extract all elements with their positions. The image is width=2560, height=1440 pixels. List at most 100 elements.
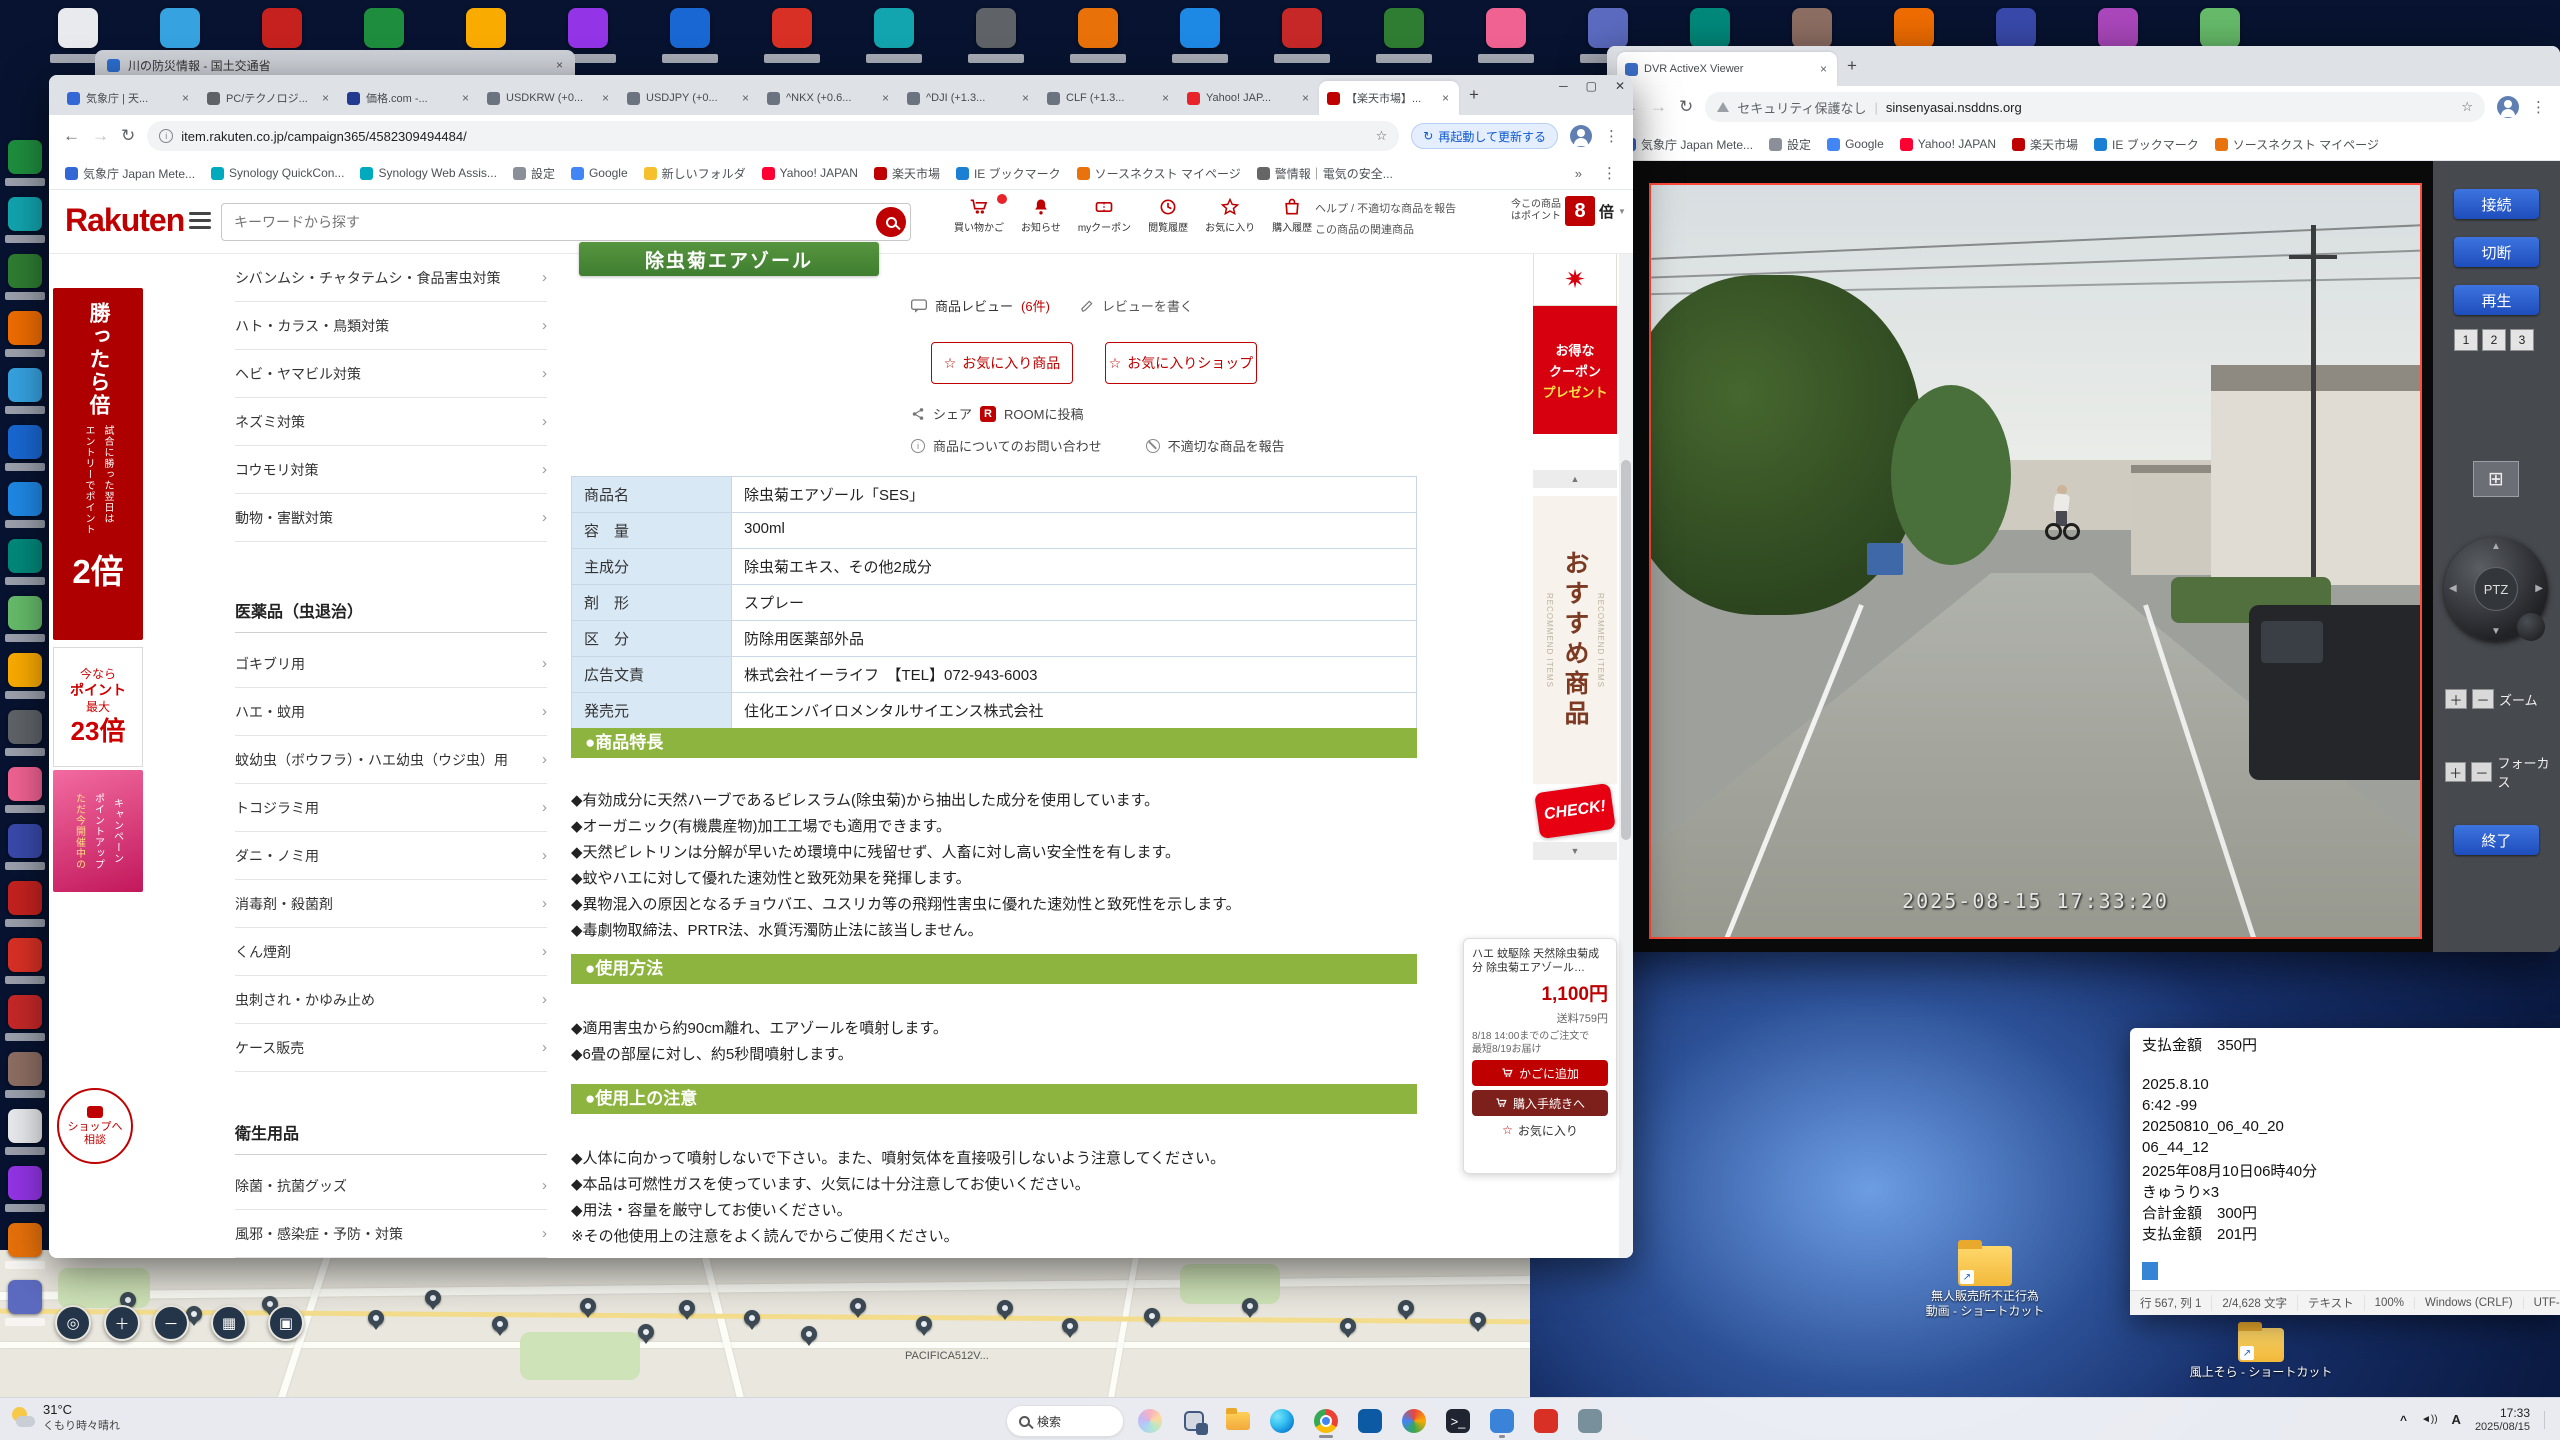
map-pin[interactable] [580, 1298, 596, 1318]
desktop-icon[interactable] [160, 8, 200, 48]
category-item[interactable]: ダニ・ノミ用 › [235, 832, 547, 880]
desktop-icon[interactable] [8, 995, 42, 1029]
map-pin[interactable] [1144, 1308, 1160, 1328]
bookmark-item[interactable]: 新しいフォルダ [643, 165, 746, 182]
desktop-icon[interactable] [8, 140, 42, 174]
taskbar-search[interactable]: 検索 [1006, 1405, 1124, 1437]
desktop-icon[interactable] [8, 1166, 42, 1200]
tab-close-icon[interactable]: × [600, 91, 611, 105]
tab-close-icon[interactable]: × [740, 91, 751, 105]
desktop-icon[interactable] [1792, 8, 1832, 48]
address-bar[interactable]: i item.rakuten.co.jp/campaign365/4582309… [147, 121, 1400, 151]
desktop-icon[interactable] [1282, 8, 1322, 48]
browser-tab[interactable]: PC/テクノロジ... × [199, 81, 339, 115]
tab-close-icon[interactable]: × [556, 58, 563, 72]
map-pin[interactable] [997, 1300, 1013, 1320]
desktop-icon[interactable] [8, 197, 42, 231]
bookmark-star-icon[interactable]: ☆ [2461, 99, 2473, 115]
bookmark-item[interactable]: Yahoo! JAPAN [1899, 137, 1996, 151]
tab-close-icon[interactable]: × [1440, 91, 1451, 105]
desktop-icon[interactable] [262, 8, 302, 48]
bookmark-star-icon[interactable]: ☆ [1376, 128, 1388, 144]
ptz-up-arrow[interactable]: ▲ [2491, 541, 2501, 552]
profile-avatar[interactable] [1570, 125, 1592, 147]
rail-scroll-down[interactable]: ▼ [1533, 842, 1617, 860]
rakuten-logo[interactable]: Rakuten [65, 202, 185, 239]
desktop-icon[interactable] [8, 824, 42, 858]
desktop-icon[interactable] [568, 8, 608, 48]
mail-icon[interactable] [1528, 1403, 1564, 1439]
map-pin[interactable] [1340, 1318, 1356, 1338]
category-item[interactable]: 除菌・抗菌グッズ › [235, 1162, 547, 1210]
shop-consult-button[interactable]: ショップへ 相談 [57, 1088, 133, 1164]
bookmark-item[interactable]: ソースネクスト マイページ [2214, 136, 2379, 153]
bookmark-item[interactable]: ソースネクスト マイページ [1076, 165, 1241, 182]
coupon-nav-item[interactable]: myクーポン [1078, 197, 1131, 234]
restart-update-button[interactable]: ↻ 再起動して更新する [1411, 123, 1558, 149]
tab-close-icon[interactable]: × [1300, 91, 1311, 105]
reload-icon[interactable]: ↻ [121, 126, 135, 146]
buy-box-title[interactable]: ハエ 蚊駆除 天然除虫菊成分 除虫菊エアゾール… [1472, 947, 1608, 975]
site-info-icon[interactable]: i [159, 129, 174, 143]
category-menu-icon[interactable] [189, 212, 211, 233]
map-pin[interactable] [801, 1326, 817, 1346]
map-pin[interactable] [679, 1300, 695, 1320]
tab-close-icon[interactable]: × [880, 91, 891, 105]
desktop-icon[interactable] [1690, 8, 1730, 48]
map-zoom-out-button[interactable]: － [153, 1305, 189, 1341]
desktop-shortcut[interactable]: ↗ 風上そら - ショートカット [2186, 1322, 2336, 1380]
desktop-icon[interactable] [8, 254, 42, 288]
bookmark-item[interactable]: 気象庁 Japan Mete... [65, 165, 195, 182]
forward-icon[interactable]: → [92, 126, 109, 146]
desktop-icon[interactable] [8, 1280, 42, 1314]
map-pin[interactable] [368, 1310, 384, 1330]
bookmark-item[interactable]: 設定 [512, 165, 555, 182]
tab-close-icon[interactable]: × [1020, 91, 1031, 105]
desktop-icon[interactable] [8, 1052, 42, 1086]
weather-widget[interactable]: 31°C くもり時々晴れ [10, 1402, 120, 1433]
history-nav-item[interactable]: 閲覧履歴 [1148, 197, 1188, 234]
bookmark-item[interactable]: 楽天市場 [2012, 136, 2078, 153]
category-item[interactable]: 動物・害獣対策 › [235, 494, 547, 542]
desktop-icon[interactable] [8, 539, 42, 573]
zoom-out-button[interactable]: － [2472, 689, 2494, 709]
favorite-item-button[interactable]: ☆ お気に入り商品 [931, 342, 1073, 384]
desktop-icon[interactable] [8, 653, 42, 687]
desktop-icon[interactable] [976, 8, 1016, 48]
desktop-icon[interactable] [1078, 8, 1118, 48]
minimize-button[interactable]: ─ [1559, 79, 1568, 93]
desktop-icon[interactable] [8, 482, 42, 516]
bookmarks-overflow-icon[interactable]: » [1571, 166, 1586, 181]
browser-tab[interactable]: ^NKX (+0.6... × [759, 81, 899, 115]
ime-indicator[interactable]: A [2452, 1412, 2461, 1427]
menu-kebab-icon[interactable]: ⋮ [1604, 127, 1619, 145]
desktop-icon[interactable] [466, 8, 506, 48]
desktop-icon[interactable] [1894, 8, 1934, 48]
desktop-icon[interactable] [8, 596, 42, 630]
recommend-banner[interactable]: RECOMMEND ITEMS おすすめ商品 RECOMMEND ITEMS [1533, 496, 1617, 784]
browser-tab[interactable]: CLF (+1.3... × [1039, 81, 1179, 115]
search-input[interactable] [234, 205, 844, 239]
back-icon[interactable]: ← [63, 126, 80, 146]
campaign-banner[interactable]: ただ今開催中の ポイントアップ キャンペーン [53, 770, 143, 892]
copilot-icon[interactable] [1132, 1403, 1168, 1439]
map-pin[interactable] [744, 1310, 760, 1330]
tab-close-icon[interactable]: × [460, 91, 471, 105]
category-item[interactable]: 虫刺され・かゆみ止め › [235, 976, 547, 1024]
camera-video-feed[interactable]: 2025-08-15 17:33:20 [1649, 183, 2422, 939]
bookmark-item[interactable]: IE ブックマーク [955, 165, 1061, 182]
browser-tab[interactable]: ^DJI (+1.3... × [899, 81, 1039, 115]
desktop-icon[interactable] [8, 1109, 42, 1143]
desktop-icon[interactable] [772, 8, 812, 48]
play-button[interactable]: 再生 [2454, 285, 2539, 315]
close-button[interactable]: ✕ [1615, 79, 1625, 93]
map-pin[interactable] [1062, 1318, 1078, 1338]
disconnect-button[interactable]: 切断 [2454, 237, 2539, 267]
exit-button[interactable]: 終了 [2454, 825, 2539, 855]
tab-close-icon[interactable]: × [1160, 91, 1171, 105]
category-item[interactable]: ハエ・蚊用 › [235, 688, 547, 736]
category-item[interactable]: シバンムシ・チャタテムシ・食品害虫対策 › [235, 254, 547, 302]
point-max-banner[interactable]: 今なら ポイント 最大 23倍 [53, 647, 143, 767]
buy-box-favorite[interactable]: ☆ お気に入り [1472, 1120, 1608, 1140]
page-scrollbar[interactable] [1619, 190, 1633, 1258]
